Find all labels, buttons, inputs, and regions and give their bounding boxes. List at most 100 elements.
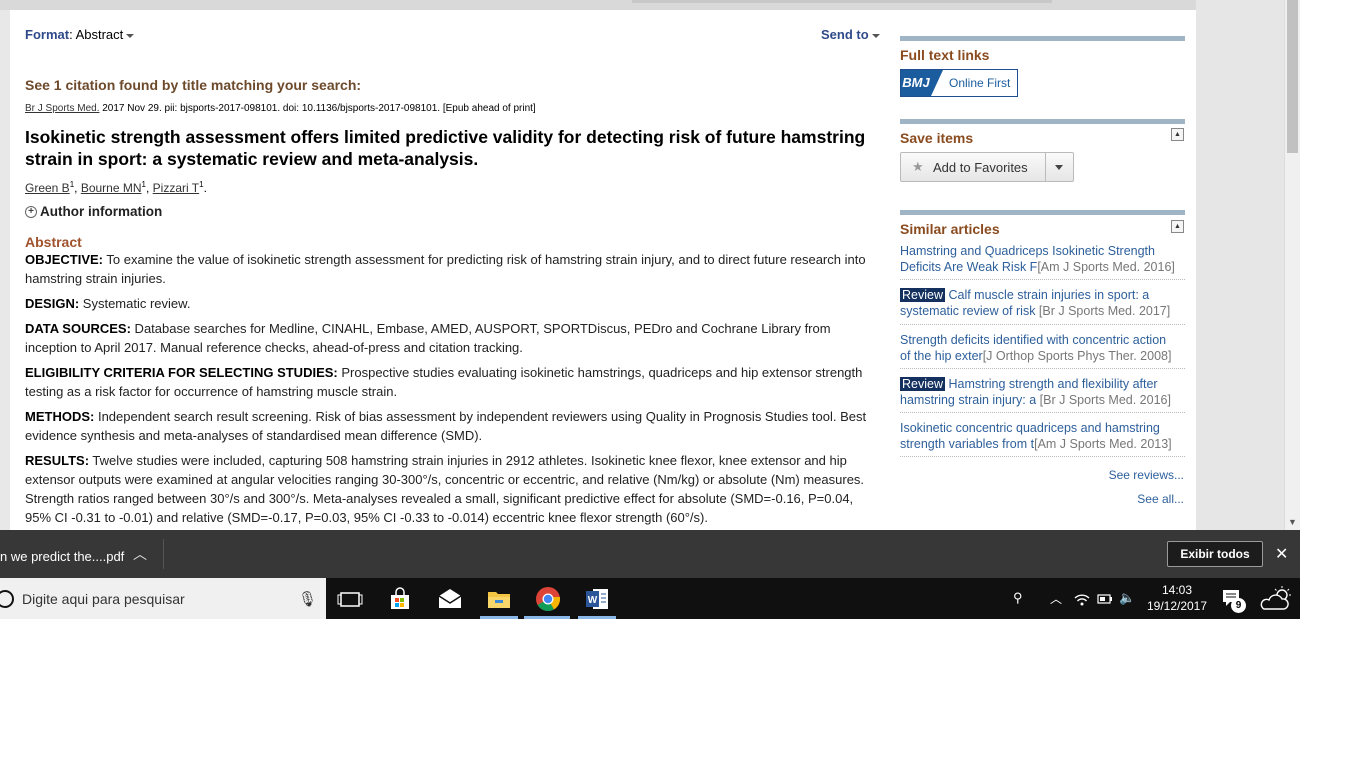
author-affiliation: 1 (141, 180, 146, 189)
abstract-section: OBJECTIVE: To examine the value of isoki… (25, 250, 875, 288)
people-icon[interactable]: ⚲ (1013, 590, 1023, 606)
weather-cloud-sun-icon[interactable] (1260, 585, 1294, 613)
taskbar: Digite aqui para pesquisar 🎙 W ⚲ ︿ 🔈 14:… (0, 578, 1300, 619)
citation-found-text: See 1 citation found by title matching y… (25, 77, 362, 93)
section-label: OBJECTIVE: (25, 252, 104, 267)
dropdown-arrow-icon[interactable] (1055, 165, 1063, 170)
similar-article-title[interactable]: Hamstring strength and flexibility after (945, 377, 1157, 391)
see-all-link[interactable]: See all... (1137, 492, 1184, 506)
show-hidden-icons-chevron-icon[interactable]: ︿ (1050, 590, 1062, 607)
file-explorer-icon[interactable] (486, 586, 512, 612)
similar-article-title[interactable]: Strength deficits identified with concen… (900, 333, 1166, 347)
vertical-scrollbar[interactable]: ▼ (1284, 0, 1300, 530)
similar-article-title[interactable]: Isokinetic concentric quadriceps and ham… (900, 421, 1160, 435)
abstract-section: DESIGN: Systematic review. (25, 294, 875, 313)
scrollbar-thumb[interactable] (1287, 0, 1298, 153)
system-clock[interactable]: 14:03 19/12/2017 (1146, 582, 1208, 614)
section-label: DATA SOURCES: (25, 321, 131, 336)
similar-article-item[interactable]: Isokinetic concentric quadriceps and ham… (900, 420, 1185, 452)
author-link[interactable]: Bourne MN (81, 181, 142, 195)
star-icon: ★ (912, 159, 924, 174)
similar-article-title[interactable]: Hamstring and Quadriceps Isokinetic Stre… (900, 244, 1155, 258)
wifi-icon[interactable] (1073, 590, 1091, 608)
taskbar-search-box[interactable]: Digite aqui para pesquisar 🎙 (0, 578, 326, 619)
chevron-up-icon[interactable]: ︿ (133, 544, 147, 564)
battery-icon[interactable] (1097, 591, 1113, 607)
similar-article-meta: [Am J Sports Med. 2016] (1037, 260, 1175, 274)
similar-article-meta: [Br J Sports Med. 2017] (1035, 304, 1171, 318)
source-details: 2017 Nov 29. pii: bjsports-2017-098101. … (99, 103, 536, 114)
abstract-heading: Abstract (25, 234, 82, 250)
author-information-label: Author information (40, 204, 163, 219)
see-reviews-link[interactable]: See reviews... (1109, 468, 1184, 482)
store-icon[interactable] (387, 586, 413, 612)
volume-icon[interactable]: 🔈 (1119, 590, 1135, 606)
collapse-triangle-icon[interactable]: ▲ (1171, 220, 1184, 233)
download-divider (163, 539, 164, 569)
add-to-favorites-label: Add to Favorites (933, 160, 1028, 175)
full-text-heading: Full text links (900, 47, 990, 63)
save-items-heading: Save items (900, 130, 974, 146)
similar-article-title-cont[interactable]: hamstring strain injury: a (900, 393, 1036, 407)
microphone-icon[interactable]: 🎙 (298, 590, 317, 608)
close-icon[interactable]: ✕ (1275, 544, 1288, 564)
bmj-online-first-link[interactable]: BMJ Online First (900, 69, 1018, 97)
add-to-favorites-button[interactable]: ★ Add to Favorites (900, 152, 1074, 182)
similar-article-title-cont[interactable]: of the hip exter (900, 349, 983, 363)
clock-time: 14:03 (1161, 583, 1193, 597)
similar-article-item[interactable]: Review Calf muscle strain injuries in sp… (900, 287, 1185, 319)
chrome-icon[interactable] (535, 586, 561, 612)
format-label: Format (25, 27, 70, 42)
journal-link[interactable]: Br J Sports Med. (25, 103, 99, 114)
expand-plus-icon: + (25, 206, 37, 219)
similar-article-item[interactable]: Review Hamstring strength and flexibilit… (900, 376, 1185, 408)
collapse-triangle-icon[interactable]: ▲ (1171, 128, 1184, 141)
top-highlight (632, 0, 1052, 3)
similar-article-title-cont[interactable]: Deficits Are Weak Risk F (900, 260, 1037, 274)
bmj-online-first-text: Online First (949, 76, 1011, 90)
section-text: To examine the value of isokinetic stren… (25, 252, 866, 286)
similar-article-meta: [Br J Sports Med. 2016] (1036, 393, 1171, 407)
section-text: Twelve studies were included, capturing … (25, 453, 865, 525)
active-app-indicator (480, 616, 518, 619)
format-selector[interactable]: Format: Abstract (25, 27, 135, 42)
sidebar-divider (900, 119, 1185, 124)
sidebar-divider (900, 210, 1185, 215)
similar-article-title-cont[interactable]: strength variables from t (900, 437, 1034, 451)
citation-source: Br J Sports Med. 2017 Nov 29. pii: bjspo… (25, 103, 536, 114)
button-separator (1045, 153, 1046, 181)
abstract-section: RESULTS: Twelve studies were included, c… (25, 451, 875, 527)
task-view-icon[interactable] (337, 586, 363, 612)
similar-article-item[interactable]: Hamstring and Quadriceps Isokinetic Stre… (900, 243, 1185, 275)
section-text: Database searches for Medline, CINAHL, E… (25, 321, 831, 355)
clock-date: 19/12/2017 (1146, 599, 1208, 613)
similar-article-meta: [J Orthop Sports Phys Ther. 2008] (982, 349, 1172, 363)
author-link[interactable]: Green B (25, 181, 70, 195)
similar-article-title[interactable]: Calf muscle strain injuries in sport: a (945, 288, 1149, 302)
article-title: Isokinetic strength assessment offers li… (25, 127, 866, 169)
scroll-down-arrow-icon[interactable]: ▼ (1288, 518, 1297, 527)
screen: Format: Abstract Send to See 1 citation … (0, 0, 1300, 619)
main-content: Format: Abstract Send to See 1 citation … (10, 10, 1196, 530)
word-icon[interactable]: W (584, 586, 610, 612)
similar-article-title-cont[interactable]: systematic review of risk (900, 304, 1035, 318)
mail-icon[interactable] (437, 586, 463, 612)
send-to-menu[interactable]: Send to (821, 27, 880, 42)
page-background-gutter (1196, 0, 1284, 530)
svg-text:W: W (588, 595, 598, 606)
caret-down-icon (126, 33, 135, 38)
section-text: Independent search result screening. Ris… (25, 409, 867, 443)
author-link[interactable]: Pizzari T (153, 181, 199, 195)
author-information-toggle[interactable]: + Author information (25, 204, 162, 219)
abstract-section: DATA SOURCES: Database searches for Medl… (25, 319, 875, 357)
abstract-section: ELIGIBILITY CRITERIA FOR SELECTING STUDI… (25, 363, 875, 401)
download-bar: n we predict the....pdf ︿ Exibir todos ✕ (0, 530, 1300, 578)
similar-article-meta: [Am J Sports Med. 2013] (1034, 437, 1172, 451)
format-value: Abstract (75, 27, 124, 42)
similar-article-item[interactable]: Strength deficits identified with concen… (900, 332, 1185, 364)
show-all-button[interactable]: Exibir todos (1167, 541, 1263, 567)
author-list: Green B1, Bourne MN1, Pizzari T1. (25, 180, 207, 195)
download-file-name[interactable]: n we predict the....pdf (0, 549, 124, 564)
review-badge: Review (900, 377, 945, 391)
cortana-icon (0, 590, 14, 608)
